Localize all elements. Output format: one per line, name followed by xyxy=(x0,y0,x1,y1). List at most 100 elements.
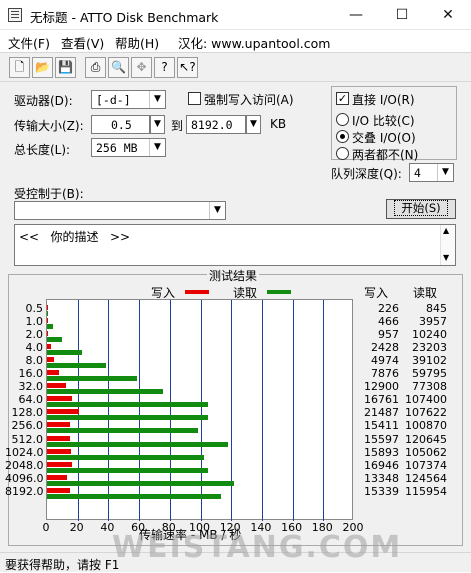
controlled-by-label: 受控制于(B): xyxy=(14,187,84,201)
row-label: 2048.0 xyxy=(5,458,44,472)
to-label: 到 xyxy=(171,119,184,133)
close-button[interactable]: ✕ xyxy=(425,0,471,30)
write-value: 226 xyxy=(378,301,399,315)
write-value: 466 xyxy=(378,314,399,328)
write-value: 15339 xyxy=(364,484,399,498)
transfer-to-spinner-icon[interactable]: ▼ xyxy=(246,115,261,134)
scroll-down-icon: ▼ xyxy=(443,253,450,262)
drive-select[interactable]: [-d-] ▼ xyxy=(91,90,166,109)
row-label: 32.0 xyxy=(18,380,44,394)
overlap-io-label: 交叠 I/O(O) xyxy=(352,131,416,145)
neither-radio[interactable] xyxy=(336,147,349,160)
write-value: 16946 xyxy=(364,458,399,472)
force-write-label: 强制写入访问(A) xyxy=(204,93,294,107)
queue-depth-select[interactable]: 4 ▼ xyxy=(409,163,454,182)
transfer-size-label: 传输大小(Z): xyxy=(14,119,84,133)
read-value: 107400 xyxy=(405,393,447,407)
main-panel: 驱动器(D): [-d-] ▼ 强制写入访问(A) 传输大小(Z): 0.5 ▼… xyxy=(0,82,471,552)
row-label: 64.0 xyxy=(18,393,44,407)
write-value: 4974 xyxy=(371,353,399,367)
total-length-label: 总长度(L): xyxy=(14,143,71,157)
read-value: 105062 xyxy=(405,445,447,459)
scroll-up-icon: ▲ xyxy=(443,226,450,235)
chevron-down-icon: ▼ xyxy=(149,91,165,108)
save-icon[interactable]: 💾 xyxy=(55,57,76,78)
io-options-group: ✓ 直接 I/O(R) I/O 比较(C) 交叠 I/O(O) 两者都不(N) xyxy=(331,86,457,162)
description-scrollbar[interactable]: ▲ ▼ xyxy=(440,225,455,265)
read-value: 23203 xyxy=(412,340,447,354)
transfer-from-value: 0.5 xyxy=(111,118,132,132)
row-label: 4096.0 xyxy=(5,471,44,485)
status-text: 要获得帮助，请按 F1 xyxy=(5,558,120,572)
total-length-value: 256 MB xyxy=(96,141,138,155)
menu-help[interactable]: 帮助(H) xyxy=(115,33,159,52)
toolbar: 🗋 📂 💾 ⎙ 🔍 ✥ ? ↖? xyxy=(0,52,471,82)
move-icon: ✥ xyxy=(131,57,152,78)
kb-label: KB xyxy=(270,117,287,131)
read-value: 120645 xyxy=(405,432,447,446)
write-value: 2428 xyxy=(371,340,399,354)
context-help-icon[interactable]: ↖? xyxy=(177,57,198,78)
transfer-from-field[interactable]: 0.5 xyxy=(91,115,150,134)
write-value: 15893 xyxy=(364,445,399,459)
read-value: 59795 xyxy=(412,367,447,381)
open-folder-icon[interactable]: 📂 xyxy=(32,57,53,78)
write-value: 16761 xyxy=(364,393,399,407)
chevron-down-icon: ▼ xyxy=(149,139,165,156)
io-compare-radio[interactable] xyxy=(336,113,349,126)
x-tick-label: 0 xyxy=(42,521,50,534)
menu-bar: 文件(F) 查看(V) 帮助(H) 汉化: www.upantool.com xyxy=(0,30,471,52)
transfer-from-spinner-icon[interactable]: ▼ xyxy=(150,115,165,134)
write-value: 13348 xyxy=(364,471,399,485)
read-value: 124564 xyxy=(405,471,447,485)
minimize-button[interactable]: — xyxy=(333,0,379,30)
read-value: 845 xyxy=(426,301,447,315)
read-value: 107374 xyxy=(405,458,447,472)
menu-localization[interactable]: 汉化: www.upantool.com xyxy=(178,33,330,52)
drive-value: [-d-] xyxy=(96,93,131,107)
chart-labels-layer: 0 20 40 60 80 100 120 140 160 180 200 0.5 226 845 1.0 4… xyxy=(5,275,464,547)
read-value: 39102 xyxy=(412,353,447,367)
print-preview-icon[interactable]: 🔍 xyxy=(108,57,129,78)
row-label: 16.0 xyxy=(18,367,44,381)
menu-file[interactable]: 文件(F) xyxy=(8,33,50,52)
row-label: 1.0 xyxy=(25,314,44,328)
maximize-button[interactable]: ☐ xyxy=(379,0,425,30)
description-field[interactable]: << 你的描述 >> ▲ ▼ xyxy=(14,224,456,266)
drive-label: 驱动器(D): xyxy=(14,94,73,108)
controlled-by-select[interactable]: ▼ xyxy=(14,201,226,220)
row-label: 8.0 xyxy=(25,353,44,367)
print-icon[interactable]: ⎙ xyxy=(85,57,106,78)
total-length-select[interactable]: 256 MB ▼ xyxy=(91,138,166,157)
write-value: 957 xyxy=(378,327,399,341)
new-document-icon[interactable]: 🗋 xyxy=(9,57,30,78)
chevron-down-icon: ▼ xyxy=(209,202,225,219)
read-value: 115954 xyxy=(405,484,447,498)
write-value: 7876 xyxy=(371,367,399,381)
row-label: 512.0 xyxy=(11,432,44,446)
direct-io-checkbox[interactable]: ✓ xyxy=(336,92,349,105)
overlap-io-radio[interactable] xyxy=(336,130,349,143)
io-compare-label: I/O 比较(C) xyxy=(352,114,415,128)
menu-view[interactable]: 查看(V) xyxy=(61,33,104,52)
queue-depth-label: 队列深度(Q): xyxy=(331,167,402,181)
start-button[interactable]: 开始(S) xyxy=(386,199,456,219)
row-label: 8192.0 xyxy=(5,484,44,498)
transfer-to-value: 8192.0 xyxy=(191,118,233,132)
direct-io-label: 直接 I/O(R) xyxy=(352,93,415,107)
force-write-checkbox[interactable] xyxy=(188,92,201,105)
neither-label: 两者都不(N) xyxy=(352,148,419,162)
watermark: WEISTANG.COM xyxy=(112,530,403,565)
read-value: 3957 xyxy=(419,314,447,328)
help-icon[interactable]: ? xyxy=(154,57,175,78)
queue-depth-value: 4 xyxy=(414,166,421,180)
transfer-to-field[interactable]: 8192.0 xyxy=(186,115,246,134)
read-value: 100870 xyxy=(405,419,447,433)
row-label: 1024.0 xyxy=(5,445,44,459)
write-value: 15597 xyxy=(364,432,399,446)
row-label: 0.5 xyxy=(25,301,44,315)
write-value: 12900 xyxy=(364,380,399,394)
read-value: 107622 xyxy=(405,406,447,420)
write-value: 15411 xyxy=(364,419,399,433)
row-label: 4.0 xyxy=(25,340,44,354)
